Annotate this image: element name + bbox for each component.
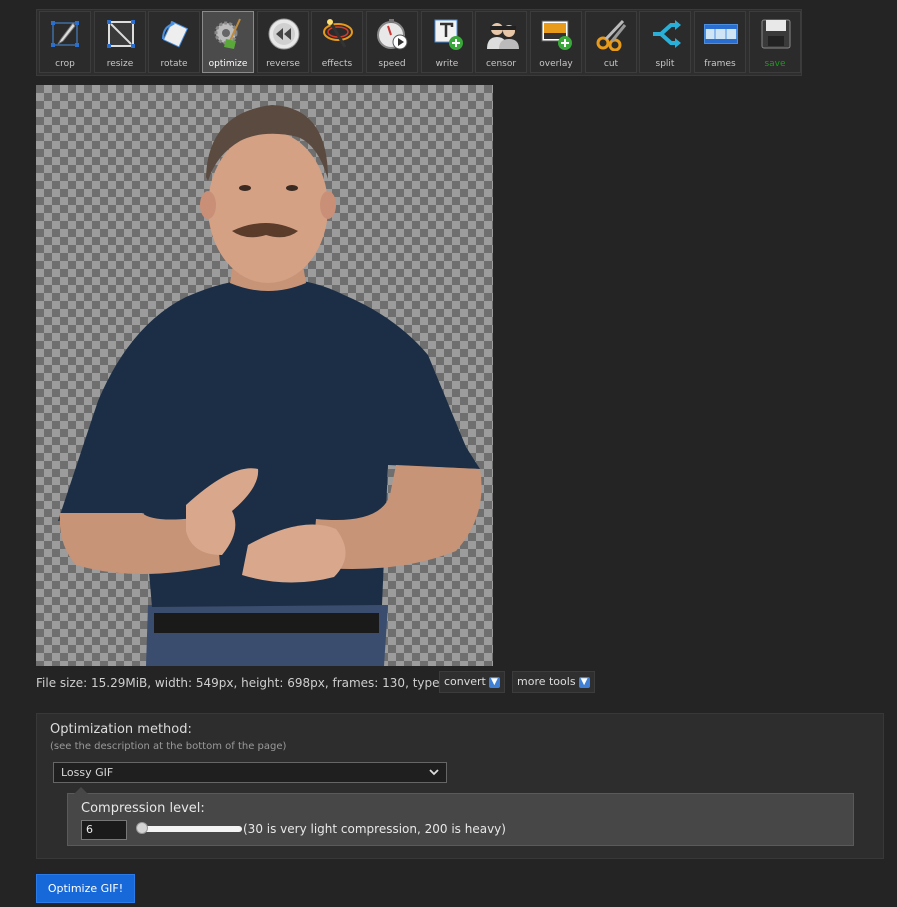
tool-reverse[interactable]: reverse [257, 11, 309, 73]
compression-slider-track[interactable] [137, 826, 242, 832]
broom-gear-icon [214, 18, 241, 49]
tool-label: censor [485, 59, 517, 69]
optimize-gif-button[interactable]: Optimize GIF! [36, 874, 135, 903]
more-tools-button[interactable]: more tools ▼ [512, 671, 595, 693]
tool-label: cut [603, 59, 619, 69]
tool-optimize[interactable]: optimize [202, 11, 254, 73]
tool-frames[interactable]: frames [694, 11, 746, 73]
compression-panel: Compression level: 6 (30 is very light c… [67, 787, 854, 846]
convert-button[interactable]: convert ▼ [439, 671, 505, 693]
resize-icon [107, 20, 135, 48]
tool-label: frames [704, 59, 736, 69]
scissors-icon [596, 19, 627, 51]
tool-effects[interactable]: effects [311, 11, 363, 73]
arrow-down-icon: ▼ [488, 676, 500, 688]
optimization-title: Optimization method: [50, 722, 192, 737]
arrow-down-icon: ▼ [578, 676, 590, 688]
tool-label: write [435, 59, 459, 69]
tool-label: reverse [266, 59, 300, 69]
tool-toolbar: crop resize rotate optimize reverse effe… [36, 9, 802, 76]
tool-label: crop [55, 59, 75, 69]
tool-cut[interactable]: cut [585, 11, 637, 73]
tool-label: split [655, 59, 675, 69]
floppy-disk-icon [761, 19, 791, 49]
tool-resize[interactable]: resize [94, 11, 146, 73]
tool-speed[interactable]: speed [366, 11, 418, 73]
text-add-icon [434, 19, 463, 50]
compression-input[interactable]: 6 [81, 820, 127, 840]
tool-label: effects [321, 59, 353, 69]
tool-label: optimize [208, 59, 248, 69]
film-strip-icon [704, 24, 738, 44]
tool-label: save [764, 59, 786, 69]
gif-preview [36, 85, 493, 666]
tool-label: speed [378, 59, 406, 69]
tool-label: resize [106, 59, 134, 69]
rotate-icon [162, 20, 189, 48]
stopwatch-icon [377, 19, 408, 50]
chevron-down-icon [429, 769, 439, 776]
tool-label: overlay [539, 59, 573, 69]
rewind-icon [268, 18, 300, 50]
compression-label: Compression level: [81, 801, 205, 816]
tool-label: rotate [160, 59, 188, 69]
tool-rotate[interactable]: rotate [148, 11, 200, 73]
optimization-subtitle: (see the description at the bottom of th… [50, 741, 287, 752]
panel-notch [74, 787, 88, 794]
split-arrows-icon [653, 20, 681, 48]
preview-subject [58, 105, 482, 666]
method-value: Lossy GIF [61, 766, 114, 779]
method-select[interactable]: Lossy GIF [53, 762, 447, 783]
compression-slider-thumb[interactable] [136, 822, 148, 834]
tool-write[interactable]: write [421, 11, 473, 73]
image-add-icon [541, 20, 572, 50]
tool-crop[interactable]: crop [39, 11, 91, 73]
convert-label: convert [444, 675, 486, 688]
optimization-panel: Optimization method: (see the descriptio… [36, 713, 884, 859]
more-tools-label: more tools [517, 675, 576, 688]
compression-hint: (30 is very light compression, 200 is he… [243, 822, 506, 836]
magic-wand-icon [323, 19, 353, 48]
censor-icon [487, 23, 519, 49]
tool-save[interactable]: save [749, 11, 801, 73]
file-info: File size: 15.29MiB, width: 549px, heigh… [36, 676, 463, 690]
tool-split[interactable]: split [639, 11, 691, 73]
tool-censor[interactable]: censor [475, 11, 527, 73]
crop-icon [51, 21, 79, 47]
tool-overlay[interactable]: overlay [530, 11, 582, 73]
